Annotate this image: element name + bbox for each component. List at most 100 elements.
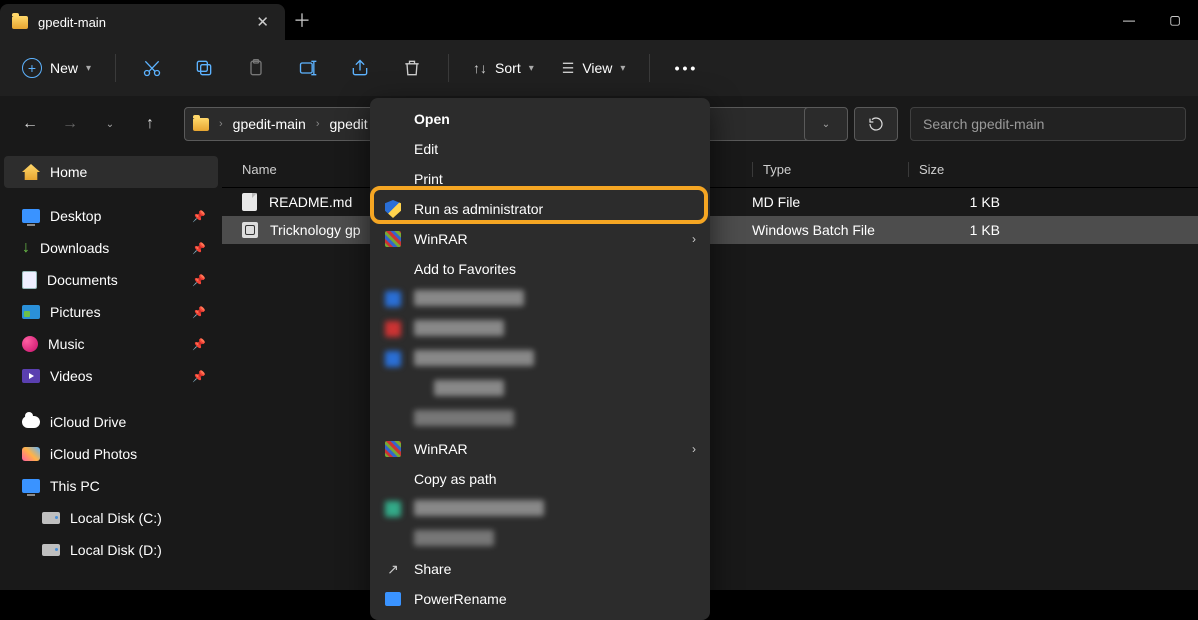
address-history-button[interactable]: ⌄ [804, 107, 848, 141]
close-tab-icon[interactable]: ✕ [250, 11, 275, 33]
view-button[interactable]: ☰ View ▾ [552, 54, 636, 83]
sidebar-item-documents[interactable]: Documents 📌 [4, 264, 218, 296]
sidebar-item-music[interactable]: Music 📌 [4, 328, 218, 360]
shield-icon [385, 200, 401, 218]
window-tab[interactable]: gpedit-main ✕ [0, 4, 285, 40]
separator [649, 54, 650, 82]
folder-icon [12, 16, 28, 29]
ctx-redacted[interactable] [370, 524, 710, 554]
content-area: Name Type Size README.md MD File 1 KB Tr… [222, 152, 1198, 590]
sidebar-item-local-disk-d[interactable]: Local Disk (D:) [4, 534, 218, 566]
cut-icon[interactable] [130, 48, 174, 88]
sidebar-item-label: iCloud Drive [50, 414, 206, 430]
column-size[interactable]: Size [908, 162, 1004, 177]
chevron-down-icon: ▾ [529, 63, 534, 74]
winrar-icon [385, 441, 401, 457]
sidebar-item-pictures[interactable]: Pictures 📌 [4, 296, 218, 328]
sidebar-item-label: Pictures [50, 304, 182, 320]
pin-icon: 📌 [192, 370, 206, 383]
breadcrumb-seg[interactable]: gpedit-main [233, 116, 306, 132]
sidebar-item-label: Videos [50, 368, 182, 384]
music-icon [22, 336, 38, 352]
chevron-right-icon: › [316, 118, 320, 130]
chevron-down-icon: ▾ [620, 63, 625, 74]
folder-icon [193, 118, 209, 131]
column-type[interactable]: Type [752, 162, 908, 177]
ctx-redacted[interactable] [370, 314, 710, 344]
ctx-redacted[interactable] [370, 284, 710, 314]
sidebar-item-downloads[interactable]: ↓ Downloads 📌 [4, 232, 218, 264]
winrar-icon [385, 231, 401, 247]
ctx-open[interactable]: Open [370, 104, 710, 134]
file-row[interactable]: README.md MD File 1 KB [222, 188, 1198, 216]
sidebar-home[interactable]: Home [4, 156, 218, 188]
copy-icon[interactable] [182, 48, 226, 88]
back-button[interactable]: ← [12, 106, 48, 142]
ctx-power-rename[interactable]: PowerRename [370, 584, 710, 614]
rename-icon[interactable] [286, 48, 330, 88]
ctx-add-favorites[interactable]: Add to Favorites [370, 254, 710, 284]
sidebar-item-label: Desktop [50, 208, 182, 224]
file-name: README.md [269, 194, 352, 210]
sort-label: Sort [495, 60, 521, 76]
paste-icon[interactable] [234, 48, 278, 88]
sidebar-item-label: Downloads [40, 240, 182, 256]
new-button[interactable]: + New ▾ [12, 52, 101, 84]
sidebar-item-label: This PC [50, 478, 206, 494]
column-headers[interactable]: Name Type Size [222, 152, 1198, 188]
sidebar-item-label: Music [48, 336, 182, 352]
sidebar-item-label: Documents [47, 272, 182, 288]
sidebar-item-icloud-drive[interactable]: iCloud Drive [4, 406, 218, 438]
sidebar-item-icloud-photos[interactable]: iCloud Photos [4, 438, 218, 470]
search-input[interactable]: Search gpedit-main [910, 107, 1186, 141]
ctx-share[interactable]: ↗Share [370, 554, 710, 584]
ctx-print[interactable]: Print [370, 164, 710, 194]
ctx-redacted[interactable] [370, 494, 710, 524]
plus-circle-icon: + [22, 58, 42, 78]
up-button[interactable]: ↑ [132, 106, 168, 142]
drive-icon [42, 544, 60, 556]
ctx-redacted[interactable] [370, 404, 710, 434]
new-label: New [50, 60, 78, 76]
ctx-winrar-2[interactable]: WinRAR› [370, 434, 710, 464]
batch-file-icon [242, 222, 258, 238]
sidebar-item-label: Local Disk (C:) [70, 510, 206, 526]
sidebar-item-local-disk-c[interactable]: Local Disk (C:) [4, 502, 218, 534]
sidebar-item-label: Home [50, 164, 206, 180]
sidebar-item-videos[interactable]: Videos 📌 [4, 360, 218, 392]
ctx-redacted[interactable] [370, 344, 710, 374]
ctx-edit[interactable]: Edit [370, 134, 710, 164]
videos-icon [22, 369, 40, 383]
share-icon[interactable] [338, 48, 382, 88]
sidebar-item-desktop[interactable]: Desktop 📌 [4, 200, 218, 232]
maximize-button[interactable]: ▢ [1152, 13, 1198, 27]
share-icon: ↗ [384, 560, 402, 578]
context-menu: Open Edit Print Run as administrator Win… [370, 98, 710, 620]
sidebar: Home Desktop 📌 ↓ Downloads 📌 Documents 📌… [0, 152, 222, 590]
new-tab-button[interactable]: ＋ [285, 7, 319, 33]
sort-button[interactable]: ↑↓ Sort ▾ [463, 54, 544, 82]
sidebar-item-this-pc[interactable]: This PC [4, 470, 218, 502]
ctx-redacted[interactable] [370, 374, 710, 404]
refresh-button[interactable] [854, 107, 898, 141]
ctx-run-as-admin[interactable]: Run as administrator [370, 194, 710, 224]
forward-button[interactable]: → [52, 106, 88, 142]
view-icon: ☰ [562, 60, 575, 77]
recent-button[interactable]: ⌄ [92, 106, 128, 142]
file-row-selected[interactable]: Tricknology gp Windows Batch File 1 KB [222, 216, 1198, 244]
more-button[interactable]: ••• [664, 48, 708, 88]
desktop-icon [22, 209, 40, 223]
pin-icon: 📌 [192, 306, 206, 319]
drive-icon [42, 512, 60, 524]
breadcrumb-seg[interactable]: gpedit [330, 116, 368, 132]
sidebar-item-label: iCloud Photos [50, 446, 206, 462]
pin-icon: 📌 [192, 210, 206, 223]
delete-icon[interactable] [390, 48, 434, 88]
file-icon [242, 193, 257, 211]
minimize-button[interactable]: ― [1106, 13, 1152, 27]
ctx-copy-path[interactable]: Copy as path [370, 464, 710, 494]
toolbar: + New ▾ ↑↓ Sort ▾ ☰ View ▾ ••• [0, 40, 1198, 96]
file-size: 1 KB [920, 222, 1000, 238]
ctx-winrar[interactable]: WinRAR› [370, 224, 710, 254]
file-type: Windows Batch File [752, 222, 908, 238]
